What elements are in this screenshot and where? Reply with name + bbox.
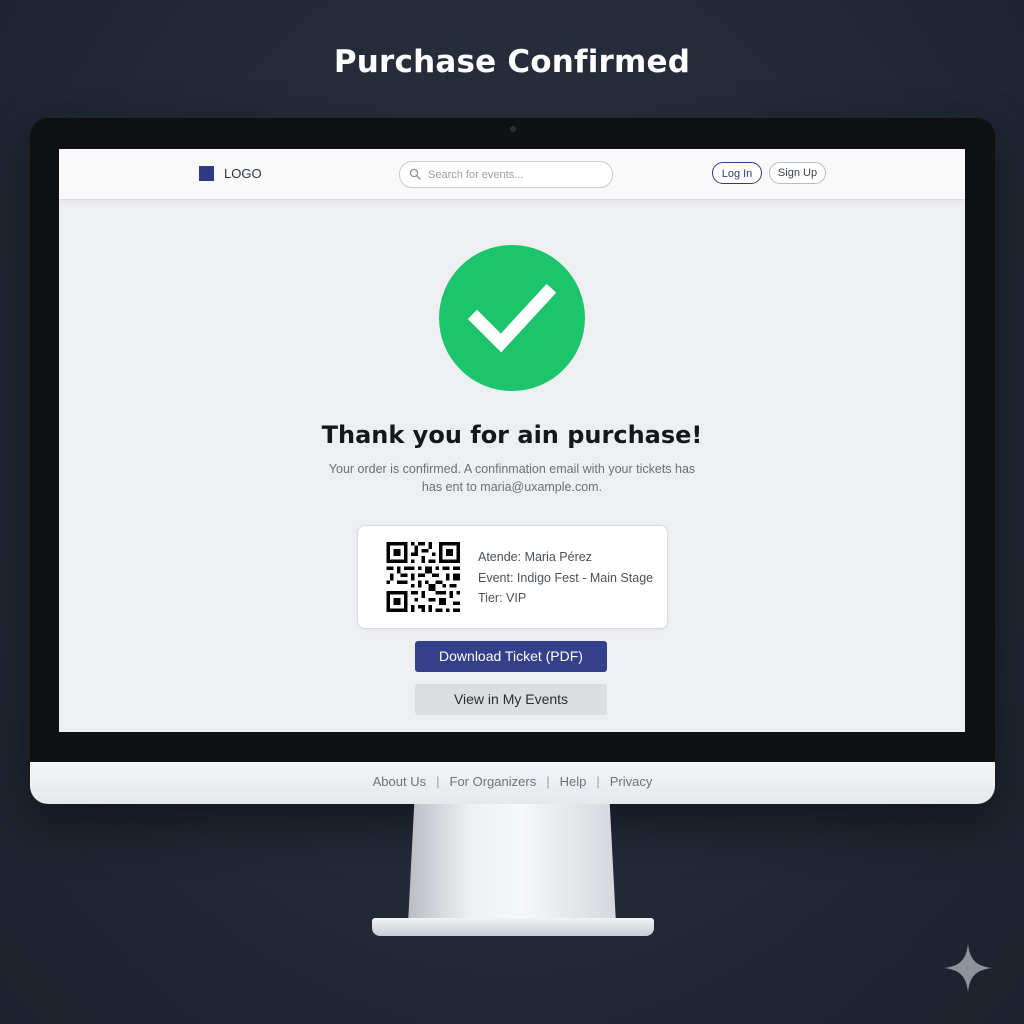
confirmation-title: Thank you for ain purchase! <box>321 421 703 449</box>
sparkle-icon <box>944 944 992 992</box>
check-icon <box>467 283 557 353</box>
footer-links: About Us | For Organizers | Help | Privacy <box>30 774 995 789</box>
ticket-details: Atende: Maria Pérez Event: Indigo Fest -… <box>478 547 653 609</box>
navbar: LOGO Log In Sign Up <box>59 149 965 200</box>
footer-separator: | <box>436 774 440 789</box>
search-icon <box>409 168 421 180</box>
footer-link-about[interactable]: About Us <box>373 774 426 789</box>
view-my-events-button[interactable]: View in My Events <box>415 684 607 715</box>
success-badge <box>439 245 585 391</box>
footer-separator: | <box>546 774 550 789</box>
confirmation-message: Your order is confirmed. A confinmation … <box>328 462 696 494</box>
ticket-card: Atende: Maria Pérez Event: Indigo Fest -… <box>357 525 668 629</box>
logo-text[interactable]: LOGO <box>224 166 262 181</box>
page-heading: Purchase Confirmed <box>333 44 691 80</box>
browser-screen: LOGO Log In Sign Up Thank you for ain pu… <box>59 149 965 732</box>
monitor-chin: About Us | For Organizers | Help | Privacy <box>30 762 995 804</box>
footer-link-privacy[interactable]: Privacy <box>610 774 653 789</box>
ticket-event: Event: Indigo Fest - Main Stage <box>478 570 654 585</box>
ticket-attendee: Atende: Maria Pérez <box>478 550 592 564</box>
search-box[interactable] <box>399 161 613 188</box>
monitor-stand-base <box>372 918 654 936</box>
footer-link-help[interactable]: Help <box>560 774 587 789</box>
search-input[interactable] <box>426 165 606 185</box>
camera <box>510 126 516 132</box>
signup-button[interactable]: Sign Up <box>769 162 826 184</box>
ticket-tier: Tier: VIP <box>478 591 527 605</box>
footer-separator: | <box>596 774 600 789</box>
download-ticket-button[interactable]: Download Ticket (PDF) <box>415 641 607 672</box>
monitor-stand-neck <box>408 804 616 924</box>
login-button[interactable]: Log In <box>712 162 762 184</box>
monitor: LOGO Log In Sign Up Thank you for ain pu… <box>30 118 995 804</box>
qr-code-icon <box>386 542 460 612</box>
logo-icon[interactable] <box>199 166 214 181</box>
footer-link-organizers[interactable]: For Organizers <box>450 774 537 789</box>
